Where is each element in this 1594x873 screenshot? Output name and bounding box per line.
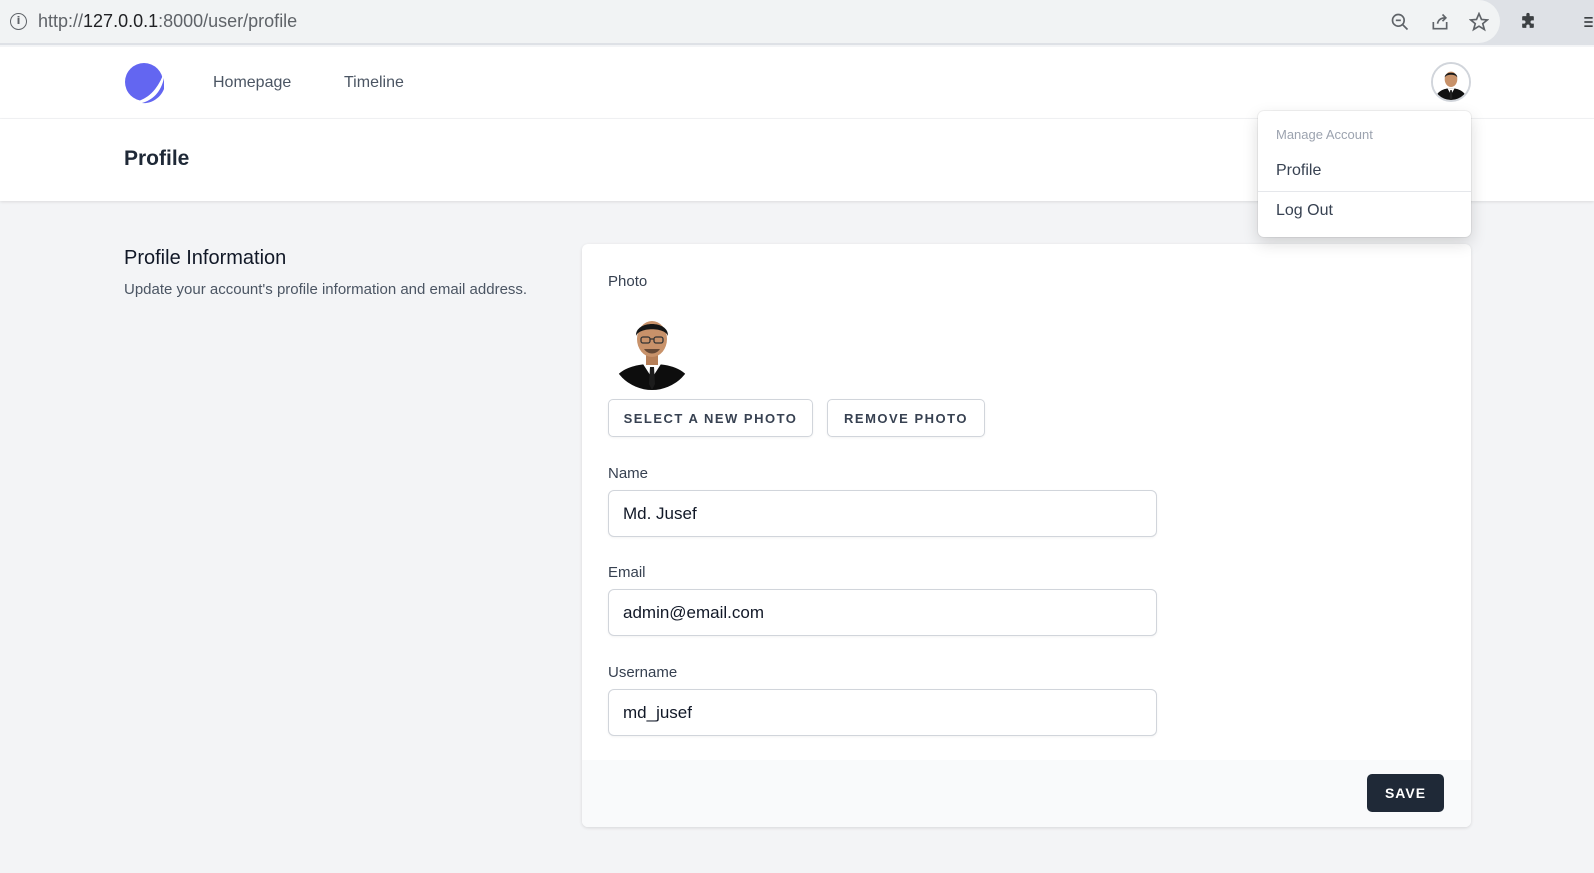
- profile-form-card: Photo Select A New Photo Remove Photo Na…: [582, 244, 1471, 827]
- name-label: Name: [608, 465, 649, 482]
- section-title: Profile Information: [124, 247, 287, 269]
- username-label: Username: [608, 664, 678, 681]
- dropdown-divider: [1258, 191, 1471, 192]
- bookmark-star-icon[interactable]: [1467, 10, 1491, 34]
- profile-photo: [610, 306, 694, 390]
- remove-photo-button[interactable]: Remove Photo: [827, 399, 985, 437]
- username-input[interactable]: [608, 689, 1157, 736]
- photo-label: Photo: [608, 273, 648, 290]
- name-input[interactable]: [608, 490, 1157, 537]
- browser-toolbar: i http://127.0.0.1:8000/user/profile: [0, 0, 1594, 45]
- share-icon[interactable]: [1428, 10, 1452, 34]
- user-avatar[interactable]: [1431, 62, 1471, 102]
- nav-link-homepage[interactable]: Homepage: [213, 74, 291, 92]
- app-logo-icon[interactable]: [124, 62, 166, 104]
- section-description: Update your account's profile informatio…: [124, 281, 528, 298]
- save-button[interactable]: Save: [1367, 774, 1444, 812]
- email-input[interactable]: [608, 589, 1157, 636]
- account-dropdown: Manage Account Profile Log Out: [1258, 111, 1471, 237]
- select-photo-button[interactable]: Select A New Photo: [608, 399, 813, 437]
- extensions-icon[interactable]: [1516, 10, 1540, 34]
- page-title: Profile: [124, 147, 190, 170]
- address-bar[interactable]: i http://127.0.0.1:8000/user/profile: [0, 0, 1500, 43]
- zoom-out-icon[interactable]: [1388, 10, 1412, 34]
- menu-icon[interactable]: [1578, 10, 1594, 34]
- form-footer: Save: [582, 760, 1471, 827]
- dropdown-heading: Manage Account: [1276, 127, 1373, 142]
- url-text[interactable]: http://127.0.0.1:8000/user/profile: [38, 11, 297, 32]
- nav-link-timeline[interactable]: Timeline: [344, 74, 404, 92]
- dropdown-item-logout[interactable]: Log Out: [1276, 202, 1333, 220]
- info-icon[interactable]: i: [10, 13, 27, 30]
- top-navigation: Homepage Timeline: [0, 47, 1594, 119]
- email-label: Email: [608, 564, 646, 581]
- dropdown-item-profile[interactable]: Profile: [1276, 162, 1321, 180]
